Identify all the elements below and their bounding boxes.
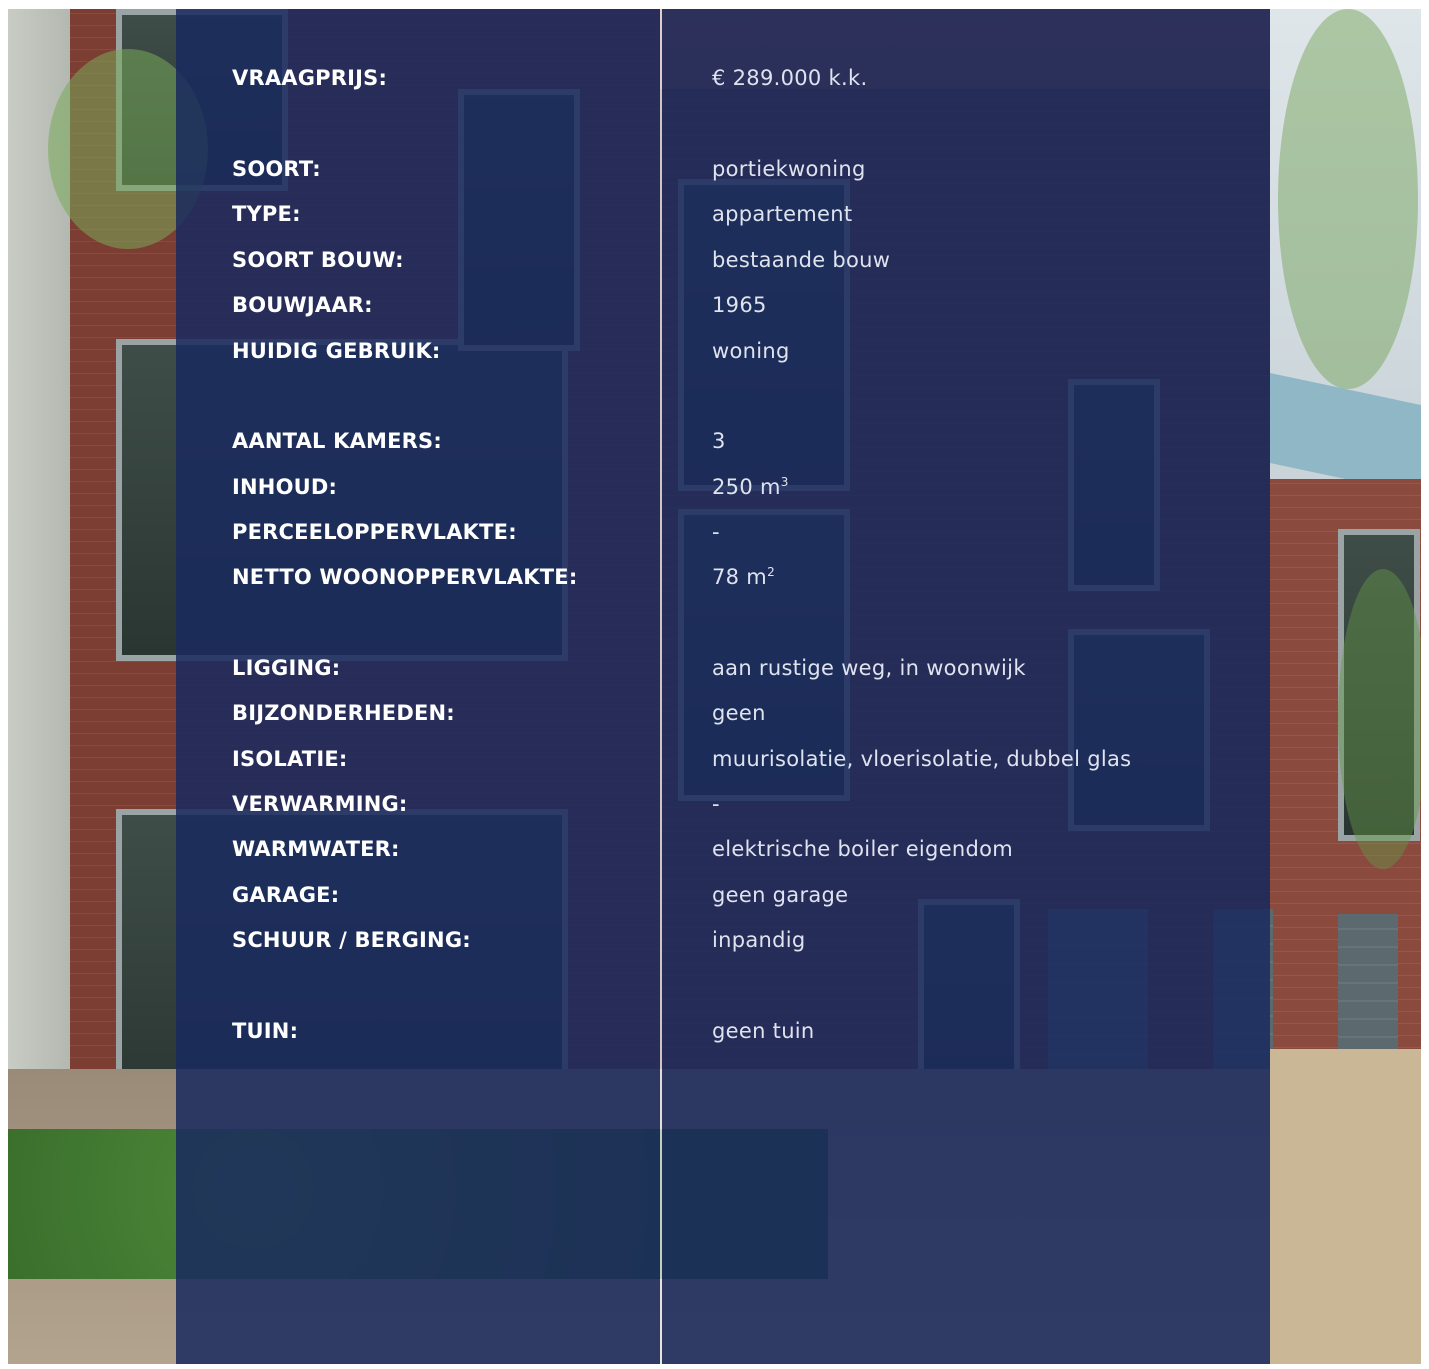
tree-foliage bbox=[1338, 569, 1421, 869]
detail-value: - bbox=[712, 520, 720, 544]
detail-label: SOORT: bbox=[232, 157, 321, 181]
detail-value: appartement bbox=[712, 202, 853, 226]
detail-value: aan rustige weg, in woonwijk bbox=[712, 656, 1026, 680]
detail-label: BIJZONDERHEDEN: bbox=[232, 701, 455, 725]
detail-value: inpandig bbox=[712, 928, 806, 952]
detail-value: elektrische boiler eigendom bbox=[712, 837, 1014, 861]
detail-value: geen bbox=[712, 701, 766, 725]
detail-label: SCHUUR / BERGING: bbox=[232, 928, 471, 952]
unit-superscript: 2 bbox=[767, 565, 775, 579]
detail-label: PERCEELOPPERVLAKTE: bbox=[232, 520, 517, 544]
detail-value: bestaande bouw bbox=[712, 248, 891, 272]
detail-value: 3 bbox=[712, 429, 726, 453]
detail-label: INHOUD: bbox=[232, 475, 338, 499]
detail-value: portiekwoning bbox=[712, 157, 866, 181]
value-text: 78 m bbox=[712, 565, 768, 589]
detail-value: 250 m3 bbox=[712, 475, 789, 499]
detail-label: TUIN: bbox=[232, 1019, 299, 1043]
detail-label: VERWARMING: bbox=[232, 792, 408, 816]
column-divider bbox=[660, 9, 662, 1364]
tree-foliage bbox=[1278, 9, 1418, 389]
gravel-path bbox=[1270, 1049, 1421, 1364]
detail-label: ISOLATIE: bbox=[232, 747, 348, 771]
detail-label: WARMWATER: bbox=[232, 837, 400, 861]
detail-label: SOORT BOUW: bbox=[232, 248, 404, 272]
unit-superscript: 3 bbox=[780, 475, 789, 489]
detail-value: geen garage bbox=[712, 883, 849, 907]
detail-label: GARAGE: bbox=[232, 883, 340, 907]
detail-value: - bbox=[712, 792, 720, 816]
detail-label: HUIDIG GEBRUIK: bbox=[232, 339, 441, 363]
detail-value: 78 m2 bbox=[712, 565, 775, 589]
detail-label: VRAAGPRIJS: bbox=[232, 66, 388, 90]
detail-value: € 289.000 k.k. bbox=[712, 66, 868, 90]
detail-label: AANTAL KAMERS: bbox=[232, 429, 442, 453]
detail-label: TYPE: bbox=[232, 202, 301, 226]
detail-value: woning bbox=[712, 339, 790, 363]
detail-label: BOUWJAAR: bbox=[232, 293, 373, 317]
value-text: 250 m bbox=[712, 475, 781, 499]
detail-value: 1965 bbox=[712, 293, 767, 317]
detail-value: geen tuin bbox=[712, 1019, 815, 1043]
detail-value: muurisolatie, vloerisolatie, dubbel glas bbox=[712, 747, 1132, 771]
detail-label: LIGGING: bbox=[232, 656, 341, 680]
garage-door bbox=[1338, 914, 1398, 1054]
detail-label: NETTO WOONOPPERVLAKTE: bbox=[232, 565, 578, 589]
